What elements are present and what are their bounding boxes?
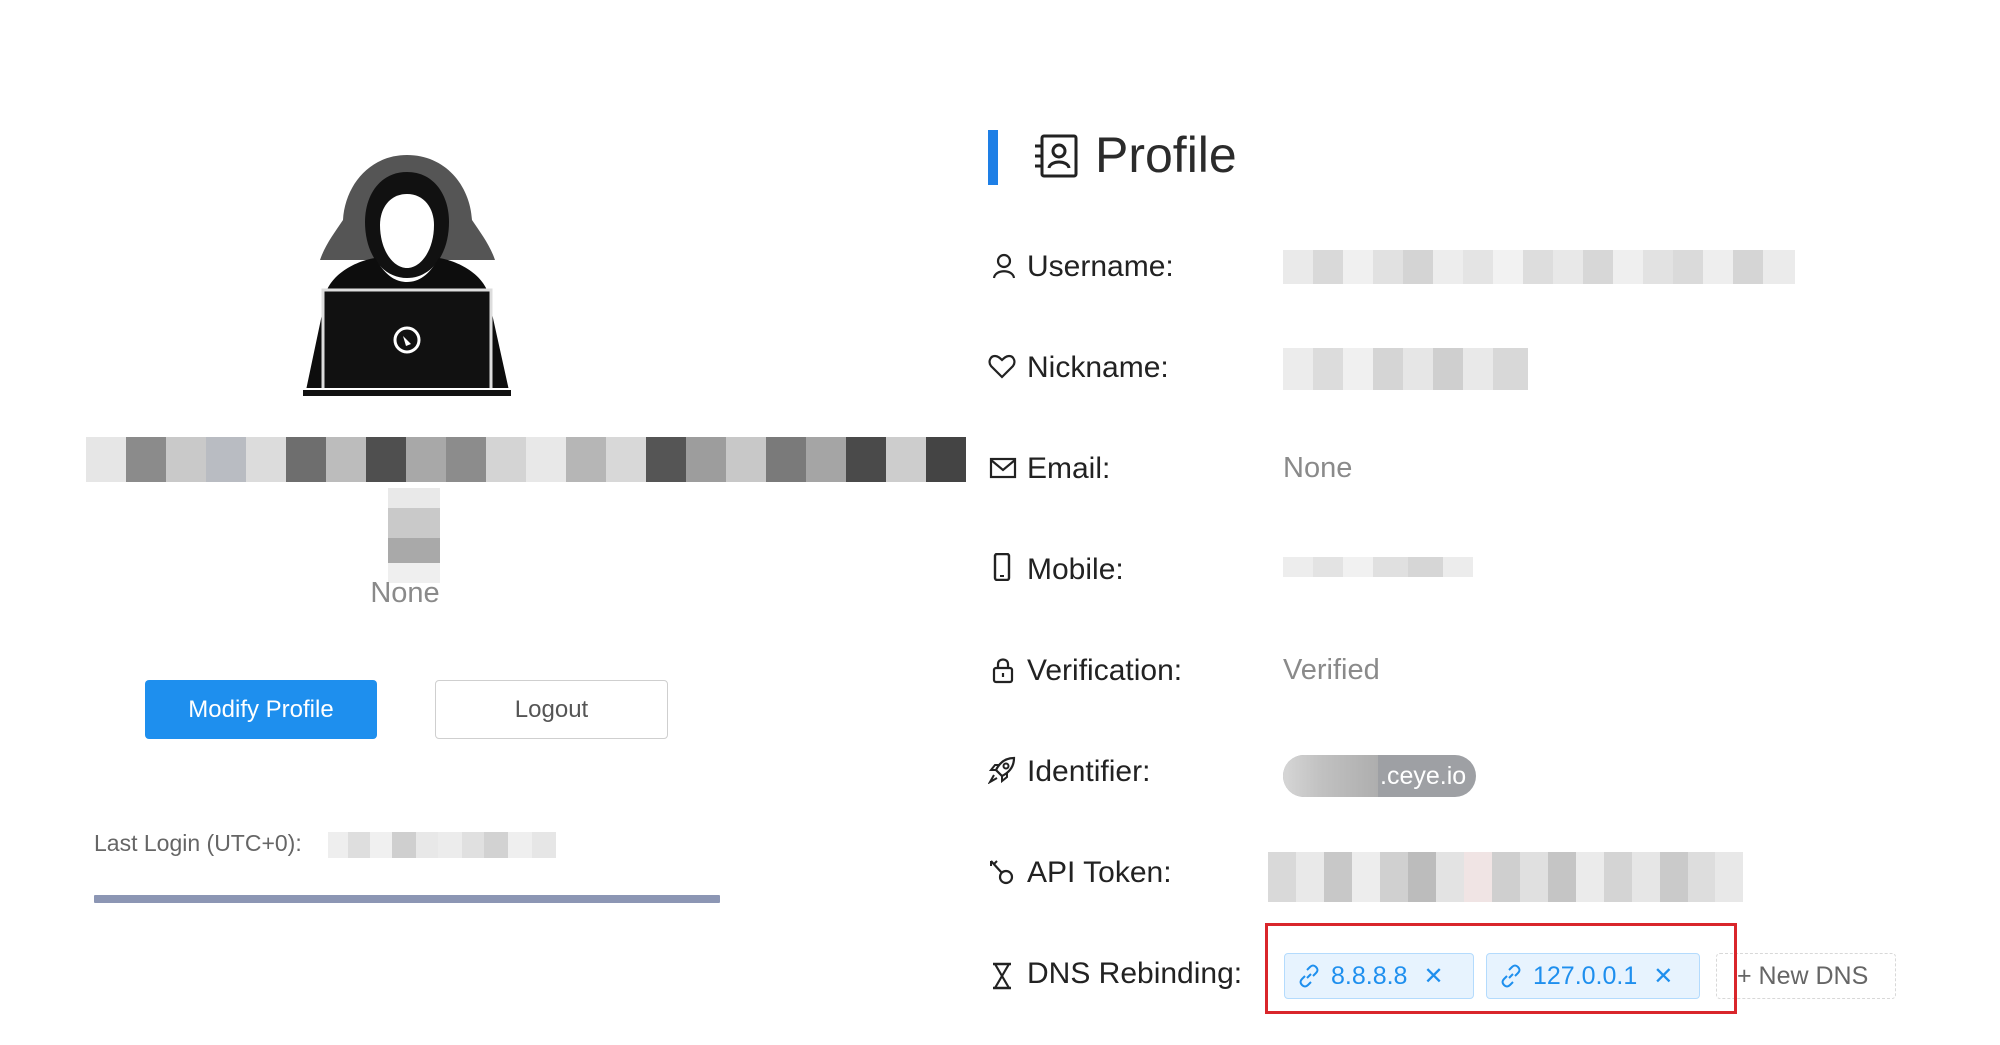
- left-nickname-text: None: [370, 577, 440, 609]
- identifier-tag: .ceye.io: [1283, 755, 1476, 797]
- logout-button[interactable]: Logout: [435, 680, 668, 739]
- identifier-prefix-blurred: [1283, 755, 1378, 797]
- last-login-value-blurred: [328, 832, 556, 858]
- rocket-icon: [988, 756, 1016, 784]
- api-token-value-blurred: [1268, 852, 1743, 902]
- verification-value: Verified: [1283, 654, 1380, 686]
- email-value: None: [1283, 452, 1353, 484]
- last-login-label: Last Login (UTC+0):: [94, 830, 302, 856]
- username-value-blurred: [1283, 250, 1795, 284]
- phone-icon: [993, 553, 1011, 581]
- left-progress-bar: [94, 895, 720, 903]
- identifier-label: Identifier:: [1027, 755, 1151, 788]
- dns-rebinding-label: DNS Rebinding:: [1027, 957, 1243, 990]
- mobile-value-blurred: [1283, 557, 1473, 577]
- key-icon: [990, 860, 1014, 885]
- nickname-label: Nickname:: [1027, 351, 1169, 384]
- contacts-book-icon: [1035, 134, 1078, 178]
- api-token-label: API Token:: [1027, 856, 1172, 889]
- identifier-suffix: .ceye.io: [1380, 761, 1467, 790]
- hourglass-icon: [993, 962, 1011, 990]
- modify-profile-button[interactable]: Modify Profile: [145, 680, 377, 739]
- title-accent-bar: [988, 130, 998, 185]
- username-label: Username:: [1027, 250, 1174, 283]
- nickname-value-blurred: [1283, 348, 1528, 390]
- heart-icon: [988, 354, 1016, 379]
- username-blurred: [86, 437, 966, 482]
- user-icon: [992, 253, 1016, 279]
- verification-label: Verification:: [1027, 654, 1183, 687]
- hacker-avatar: [303, 155, 511, 396]
- mail-icon: [989, 457, 1017, 479]
- nickname-blurred: [388, 488, 440, 583]
- dns-highlight-box: [1265, 923, 1737, 1014]
- email-label: Email:: [1027, 452, 1111, 485]
- page-title: Profile: [1095, 127, 1237, 183]
- mobile-label: Mobile:: [1027, 553, 1124, 586]
- lock-icon: [992, 658, 1014, 684]
- new-dns-button[interactable]: + New DNS: [1716, 953, 1896, 999]
